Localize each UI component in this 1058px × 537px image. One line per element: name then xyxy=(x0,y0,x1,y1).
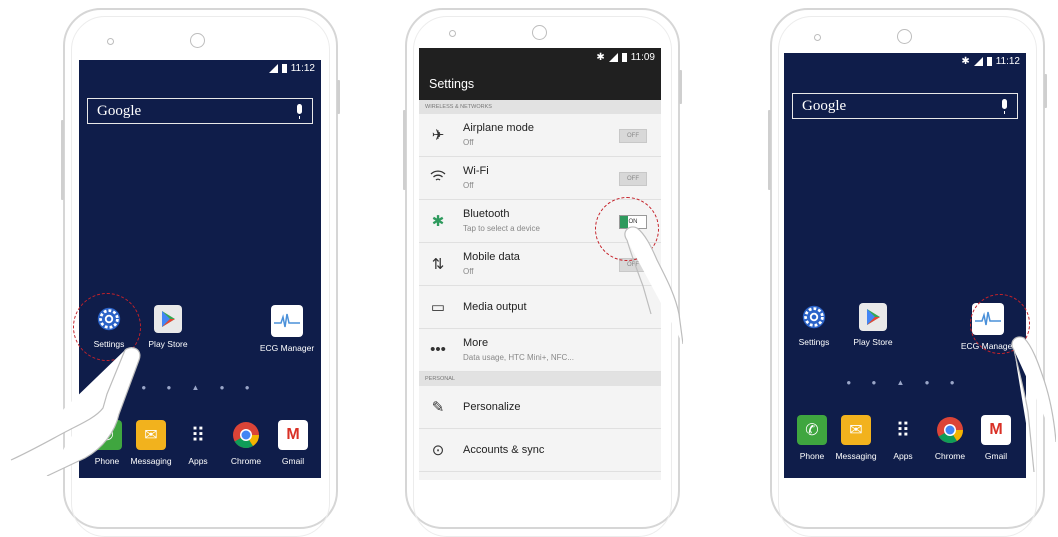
row-title: Personalize xyxy=(463,401,521,413)
signal-icon xyxy=(268,64,278,73)
section-header-wireless: WIRELESS & NETWORKS xyxy=(419,100,661,114)
battery-icon xyxy=(986,57,992,66)
row-title: Media output xyxy=(463,301,527,313)
section-header-personal: PERSONAL xyxy=(419,372,661,386)
app-label: Messaging xyxy=(835,451,877,461)
row-title: Wi-Fi xyxy=(463,165,489,177)
status-bar: ✱ 11:09 xyxy=(596,52,655,63)
hand-pointer xyxy=(10,347,141,476)
app-play-store[interactable]: Play Store xyxy=(843,303,903,347)
row-title: Bluetooth xyxy=(463,208,510,220)
row-subtitle: Tap to select a device xyxy=(463,224,540,233)
row-title: Accounts & sync xyxy=(463,444,545,456)
chrome-icon xyxy=(935,415,965,445)
gmail-icon: M xyxy=(278,420,308,450)
row-title: Airplane mode xyxy=(463,122,534,134)
row-title: More xyxy=(463,337,489,349)
app-label: Play Store xyxy=(148,339,188,349)
app-label: Play Store xyxy=(853,337,893,347)
signal-icon xyxy=(608,53,618,62)
google-search-bar[interactable]: Google xyxy=(87,98,313,124)
gear-icon xyxy=(800,303,828,331)
phone-left: 11:12 Google Settings Play Store ECG Man… xyxy=(10,8,340,537)
speaker-dot xyxy=(814,34,821,41)
play-store-icon xyxy=(154,305,182,333)
personalize-icon: ✎ xyxy=(431,399,445,416)
settings-row-accounts[interactable]: ⊙ Accounts & sync xyxy=(419,429,661,472)
app-label: Apps xyxy=(893,451,913,461)
speaker-dot xyxy=(107,38,114,45)
google-search-bar[interactable]: Google xyxy=(792,93,1018,119)
battery-icon xyxy=(621,53,627,62)
row-title: Mobile data xyxy=(463,251,520,263)
status-time: 11:12 xyxy=(995,56,1020,67)
bluetooth-icon: ✱ xyxy=(431,213,445,230)
app-label: Phone xyxy=(799,451,825,461)
wifi-icon xyxy=(427,169,449,187)
phone-icon: ✆ xyxy=(797,415,827,445)
battery-icon xyxy=(281,64,287,73)
front-camera xyxy=(897,29,912,44)
media-output-icon: ▭ xyxy=(430,299,446,316)
app-label: Chrome xyxy=(230,456,262,466)
settings-row-airplane[interactable]: ✈ Airplane mode Off OFF xyxy=(419,114,661,157)
signal-icon xyxy=(973,57,983,66)
airplane-toggle[interactable]: OFF xyxy=(619,129,647,143)
google-search-label: Google xyxy=(802,98,847,114)
airplane-icon: ✈ xyxy=(431,127,445,144)
speaker-dot xyxy=(449,30,456,37)
app-label: Gmail xyxy=(281,456,305,466)
dock-gmail[interactable]: M Gmail xyxy=(263,420,321,466)
chrome-icon xyxy=(231,420,261,450)
app-label: Settings xyxy=(798,337,830,347)
app-label: ECG Manager xyxy=(259,343,315,353)
settings-app-bar: ✱ 11:09 Settings xyxy=(419,48,661,100)
play-store-icon xyxy=(859,303,887,331)
wifi-toggle[interactable]: OFF xyxy=(619,172,647,186)
more-dots-icon: ••• xyxy=(430,341,446,358)
settings-row-wifi[interactable]: Wi-Fi Off OFF xyxy=(419,157,661,200)
mic-icon[interactable] xyxy=(297,104,302,119)
phone-right: ✱ 11:12 Google Settings Play Store ECG M… xyxy=(768,8,1056,537)
page-indicator: ● ● ▲ ● ● xyxy=(846,378,964,387)
home-screen: ✱ 11:12 Google Settings Play Store ECG M… xyxy=(784,53,1026,478)
envelope-icon: ✉ xyxy=(841,415,871,445)
app-label: Apps xyxy=(188,456,208,466)
app-label: Chrome xyxy=(934,451,966,461)
status-time: 11:09 xyxy=(630,52,655,63)
row-subtitle: Off xyxy=(463,267,474,276)
app-play-store[interactable]: Play Store xyxy=(138,305,198,349)
phone-middle: ✱ 11:09 Settings WIRELESS & NETWORKS ✈ A… xyxy=(403,8,683,537)
google-search-label: Google xyxy=(97,103,142,119)
hand-pointer xyxy=(1011,336,1056,472)
status-time: 11:12 xyxy=(290,63,315,74)
ecg-icon xyxy=(271,305,303,337)
grid-icon: ⠿ xyxy=(895,419,911,442)
mobile-data-icon: ⇅ xyxy=(431,256,445,273)
status-bar: ✱ 11:12 xyxy=(961,56,1020,67)
bluetooth-status-icon: ✱ xyxy=(961,56,970,67)
status-bar: 11:12 xyxy=(268,63,315,74)
grid-icon: ⠿ xyxy=(190,424,206,447)
row-subtitle: Off xyxy=(463,181,474,190)
app-settings[interactable]: Settings xyxy=(784,303,844,347)
mic-icon[interactable] xyxy=(1002,99,1007,114)
page-title: Settings xyxy=(429,77,475,91)
row-subtitle: Off xyxy=(463,138,474,147)
bluetooth-status-icon: ✱ xyxy=(596,52,605,63)
app-ecg-manager[interactable]: ECG Manager xyxy=(257,305,317,353)
front-camera xyxy=(190,33,205,48)
sync-icon: ⊙ xyxy=(431,442,445,459)
row-subtitle: Data usage, HTC Mini+, NFC... xyxy=(463,353,574,362)
hand-pointer xyxy=(624,226,683,344)
front-camera xyxy=(532,25,547,40)
settings-row-personalize[interactable]: ✎ Personalize xyxy=(419,386,661,429)
